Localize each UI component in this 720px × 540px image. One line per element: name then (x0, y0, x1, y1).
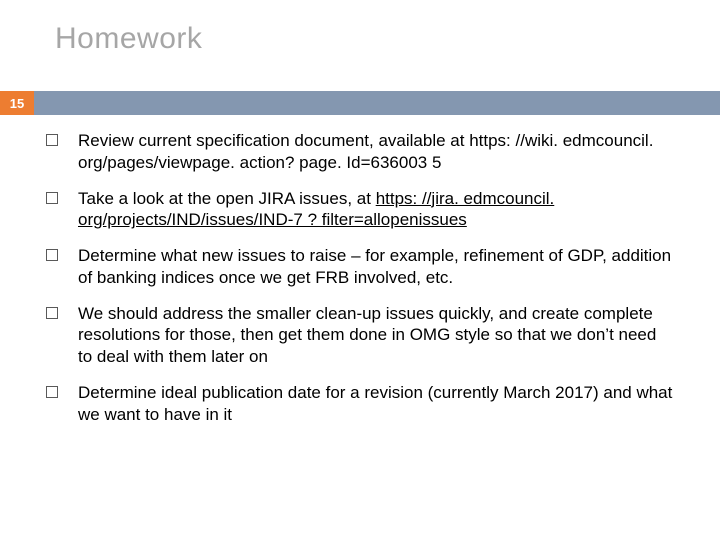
square-bullet-icon (46, 386, 58, 398)
list-item: Review current specification document, a… (46, 130, 674, 174)
header-bar (0, 91, 720, 115)
list-item-text: Review current specification document, a… (78, 130, 674, 174)
text-segment: Determine what new issues to raise – for… (78, 246, 671, 287)
list-item-text: We should address the smaller clean-up i… (78, 303, 674, 368)
square-bullet-icon (46, 249, 58, 261)
square-bullet-icon (46, 192, 58, 204)
text-segment: Determine ideal publication date for a r… (78, 383, 672, 424)
slide: Homework 15 Review current specification… (0, 0, 720, 540)
bullet-list: Review current specification document, a… (46, 130, 674, 439)
square-bullet-icon (46, 307, 58, 319)
text-segment: Review current specification document, a… (78, 131, 653, 172)
square-bullet-icon (46, 134, 58, 146)
page-number-badge: 15 (0, 91, 34, 115)
slide-title: Homework (55, 22, 202, 56)
text-segment: We should address the smaller clean-up i… (78, 304, 656, 367)
text-segment: Take a look at the open JIRA issues, at (78, 189, 376, 208)
list-item: Determine ideal publication date for a r… (46, 382, 674, 426)
list-item-text: Determine what new issues to raise – for… (78, 245, 674, 289)
list-item: Take a look at the open JIRA issues, at … (46, 188, 674, 232)
list-item-text: Take a look at the open JIRA issues, at … (78, 188, 674, 232)
list-item-text: Determine ideal publication date for a r… (78, 382, 674, 426)
list-item: We should address the smaller clean-up i… (46, 303, 674, 368)
list-item: Determine what new issues to raise – for… (46, 245, 674, 289)
